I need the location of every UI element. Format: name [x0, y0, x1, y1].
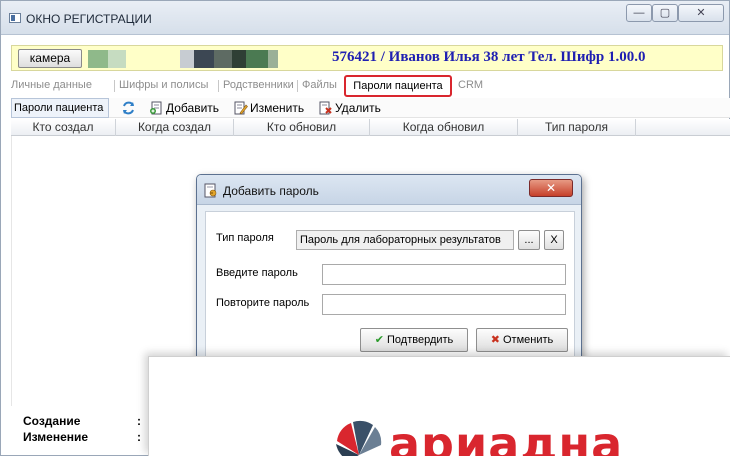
patient-header: камера 576421 / Иванов Илья 38 лет Тел. …: [11, 45, 723, 71]
brand-name: ариадна: [389, 417, 624, 456]
refresh-button[interactable]: [121, 100, 138, 116]
changed-colon: :: [137, 430, 141, 444]
changed-label: Изменение: [23, 430, 89, 444]
window-title: ОКНО РЕГИСТРАЦИИ: [26, 12, 152, 26]
confirm-button[interactable]: ✔ Подтвердить: [360, 328, 468, 352]
add-document-icon: [149, 101, 164, 115]
passwords-toolbar: Пароли пациента Добавить Изменить Удалит…: [11, 98, 730, 118]
check-icon: ✔: [374, 334, 384, 346]
dialog-title: Добавить пароль: [223, 184, 319, 198]
delete-password-label: Удалить: [335, 101, 381, 115]
password-type-label: Тип пароля: [216, 232, 274, 244]
column-updated-by[interactable]: Кто обновил: [234, 119, 370, 136]
refresh-icon: [121, 101, 136, 115]
patient-info: 576421 / Иванов Илья 38 лет Тел. Шифр 1.…: [332, 49, 646, 65]
edit-password-label: Изменить: [250, 101, 305, 115]
passwords-grid-header: Кто создал Когда создал Кто обновил Когд…: [11, 119, 730, 136]
column-created-by[interactable]: Кто создал: [11, 119, 116, 136]
dialog-body: Тип пароля Пароль для лабораторных резул…: [205, 211, 575, 361]
tab-divider: [218, 80, 219, 92]
brand-logo-icon: [336, 420, 382, 456]
toolbar-title: Пароли пациента: [11, 98, 109, 118]
edit-password-button[interactable]: Изменить: [233, 100, 304, 116]
tab-relatives[interactable]: Родственники: [223, 79, 294, 91]
password-input[interactable]: [322, 264, 566, 285]
tab-crm[interactable]: CRM: [458, 79, 483, 91]
created-label: Создание: [23, 414, 81, 428]
close-window-button[interactable]: ✕: [678, 4, 724, 22]
splash-screen: ариадна: [148, 356, 730, 456]
created-colon: :: [137, 414, 141, 428]
cross-icon: ✖: [490, 334, 500, 346]
cancel-label: Отменить: [503, 334, 554, 346]
clear-type-button[interactable]: X: [544, 230, 564, 250]
password-label: Введите пароль: [216, 267, 298, 279]
delete-password-button[interactable]: Удалить: [318, 100, 381, 116]
maximize-button[interactable]: ▢: [652, 4, 678, 22]
edit-document-icon: [233, 101, 248, 115]
tab-codes-policies[interactable]: Шифры и полисы: [119, 79, 208, 91]
tab-divider: [114, 80, 115, 92]
browse-type-button[interactable]: ...: [518, 230, 540, 250]
cancel-button[interactable]: ✖ Отменить: [476, 328, 568, 352]
column-created-at[interactable]: Когда создал: [116, 119, 234, 136]
dialog-titlebar[interactable]: Добавить пароль ✕: [197, 175, 581, 205]
add-password-button[interactable]: Добавить: [149, 100, 219, 116]
repeat-password-input[interactable]: [322, 294, 566, 315]
dialog-close-button[interactable]: ✕: [529, 179, 573, 197]
column-password-type[interactable]: Тип пароля: [518, 119, 636, 136]
tab-divider: [297, 80, 298, 92]
tab-files[interactable]: Файлы: [302, 79, 337, 91]
camera-button[interactable]: камера: [18, 49, 82, 68]
add-password-label: Добавить: [166, 101, 220, 115]
key-document-icon: [204, 183, 218, 198]
repeat-password-label: Повторите пароль: [216, 297, 310, 309]
delete-document-icon: [318, 101, 333, 115]
window-app-icon: [9, 13, 21, 23]
window-titlebar[interactable]: ОКНО РЕГИСТРАЦИИ — ▢ ✕: [1, 1, 729, 35]
tab-patient-passwords[interactable]: Пароли пациента: [344, 75, 452, 97]
tab-personal-data[interactable]: Личные данные: [11, 79, 92, 91]
minimize-button[interactable]: —: [626, 4, 652, 22]
add-password-dialog: Добавить пароль ✕ Тип пароля Пароль для …: [196, 174, 582, 364]
password-type-field[interactable]: Пароль для лабораторных результатов: [296, 230, 514, 250]
column-updated-at[interactable]: Когда обновил: [370, 119, 518, 136]
confirm-label: Подтвердить: [387, 334, 454, 346]
